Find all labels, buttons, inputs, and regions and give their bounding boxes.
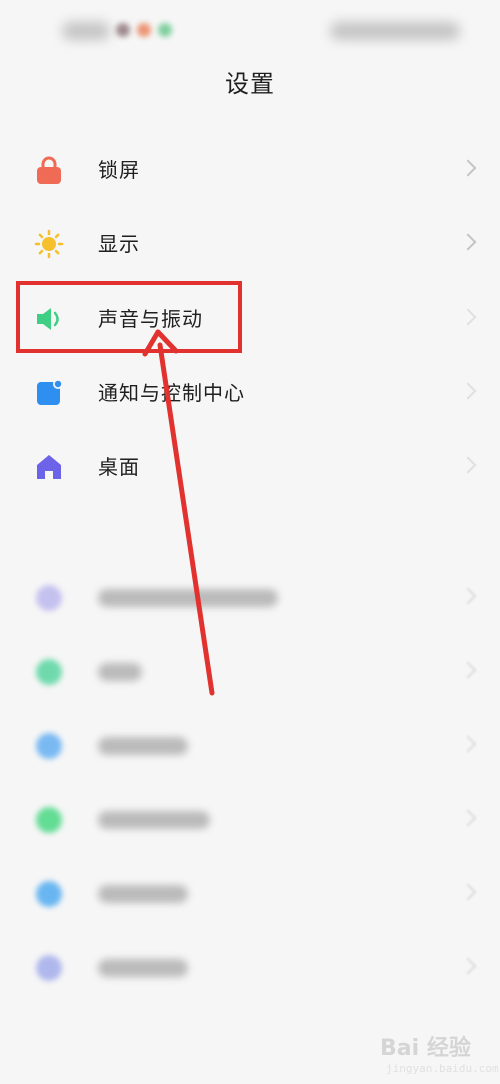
chevron-right-icon — [459, 809, 477, 827]
settings-item-lock-screen[interactable]: 锁屏 — [0, 140, 500, 200]
watermark: Bai 经验 jingyan.baidu.com — [380, 1028, 499, 1078]
settings-item-label: 桌面 — [98, 455, 140, 479]
home-icon — [34, 452, 64, 482]
settings-item-blurred[interactable] — [0, 716, 500, 776]
chevron-right-icon — [459, 456, 477, 474]
status-time-blurred — [62, 22, 110, 40]
highlight-box — [16, 281, 242, 353]
settings-item-display[interactable]: 显示 — [0, 214, 500, 274]
settings-item-label-blurred — [98, 737, 188, 755]
settings-item-blurred[interactable] — [0, 864, 500, 924]
settings-item-blurred[interactable] — [0, 790, 500, 850]
settings-item-label-blurred — [98, 663, 142, 681]
settings-item-blurred[interactable] — [0, 938, 500, 998]
status-bar — [0, 0, 500, 60]
settings-item-label-blurred — [98, 589, 278, 607]
settings-item-label: 显示 — [98, 232, 140, 256]
settings-item-label: 锁屏 — [98, 158, 140, 182]
chevron-right-icon — [459, 883, 477, 901]
chevron-right-icon — [459, 382, 477, 400]
more-settings-icon — [34, 953, 64, 983]
page-title: 设置 — [225, 70, 275, 98]
settings-item-label-blurred — [98, 885, 188, 903]
chevron-right-icon — [459, 159, 477, 177]
settings-item-label-blurred — [98, 811, 210, 829]
watermark-logo: Bai 经验 — [380, 1036, 471, 1061]
notification-icon — [34, 378, 64, 408]
chevron-right-icon — [459, 308, 477, 326]
sun-icon — [34, 229, 64, 259]
settings-item-desktop[interactable]: 桌面 — [0, 437, 500, 497]
chevron-right-icon — [459, 957, 477, 975]
settings-item-notifications[interactable]: 通知与控制中心 — [0, 363, 500, 423]
chevron-right-icon — [459, 661, 477, 679]
settings-item-label: 通知与控制中心 — [98, 381, 245, 405]
settings-item-blurred[interactable] — [0, 642, 500, 702]
settings-item-blurred[interactable] — [0, 568, 500, 628]
lock-icon — [34, 155, 64, 185]
apps-icon — [34, 879, 64, 909]
chevron-right-icon — [459, 735, 477, 753]
shield-icon — [34, 657, 64, 687]
status-icon-blurred — [137, 23, 151, 37]
status-icon-blurred — [158, 23, 172, 37]
settings-item-label-blurred — [98, 959, 188, 977]
status-icon-blurred — [116, 23, 130, 37]
battery-icon — [34, 805, 64, 835]
chevron-right-icon — [459, 587, 477, 605]
privacy-icon — [34, 731, 64, 761]
status-indicators-blurred — [330, 22, 460, 40]
chevron-right-icon — [459, 233, 477, 251]
fingerprint-icon — [34, 583, 64, 613]
watermark-url: jingyan.baidu.com — [386, 1062, 499, 1075]
